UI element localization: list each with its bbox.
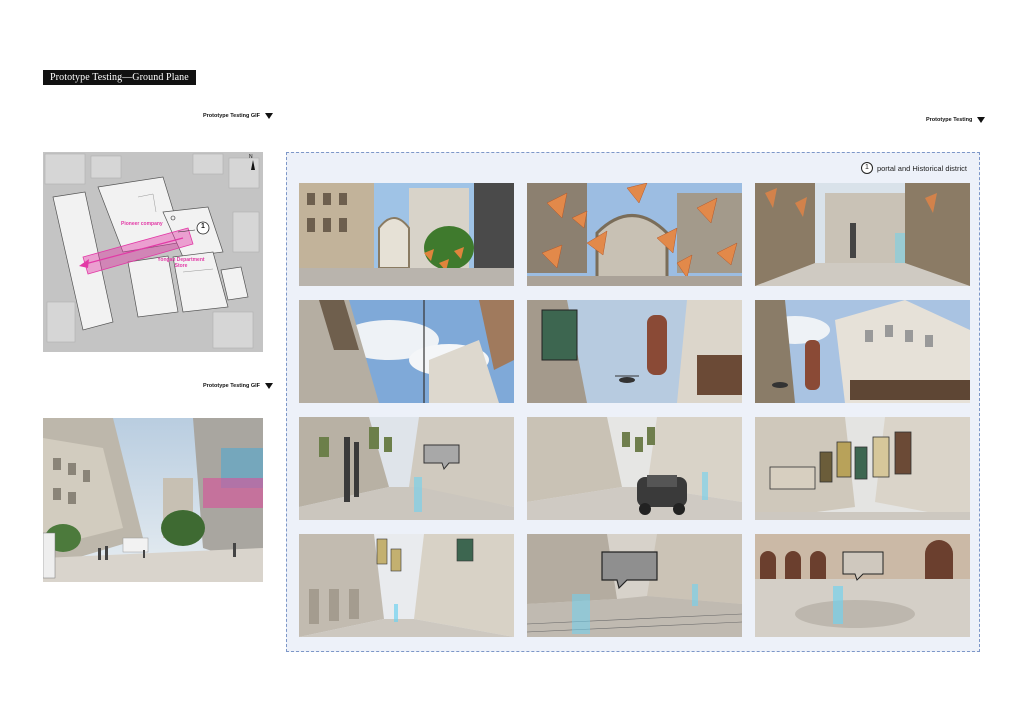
frame-signboards (755, 417, 970, 520)
gif-label-text: Prototype Testing (926, 117, 973, 123)
frame-sincere-building (755, 300, 970, 403)
prototype-frames-panel: 1 portal and Historical district (286, 152, 980, 652)
map-label-pioneer: Pioneer company (121, 221, 163, 227)
gif-label-frames: Prototype Testing (926, 117, 986, 123)
north-arrow-icon: N (249, 154, 253, 160)
legend-number: 1 (860, 162, 873, 174)
frame-gate-plaza (299, 183, 514, 286)
frame-arches-plaza (755, 534, 970, 637)
legend-text: portal and Historical district (876, 163, 967, 173)
map-marker-number: 1 (201, 223, 205, 230)
triangle-down-icon (977, 117, 986, 123)
frame-arcade-street (299, 534, 514, 637)
gif-label-text: Prototype Testing GIF (203, 113, 261, 119)
street-photo (43, 418, 263, 582)
map-label-store: Yongan Department Store (157, 257, 205, 269)
page-title: Prototype Testing—Ground Plane (43, 70, 196, 85)
triangle-down-icon (265, 383, 274, 389)
frame-signs-helicopter (527, 300, 742, 403)
gif-label-photo: Prototype Testing GIF (203, 383, 274, 389)
legend: 1 portal and Historical district (860, 162, 967, 174)
triangle-down-icon (265, 113, 274, 119)
site-map: 1 Pioneer company Yongan Department Stor… (43, 152, 263, 352)
frame-orange-petals-gate (527, 183, 742, 286)
frame-vintage-car (527, 417, 742, 520)
frame-street-avatar (299, 417, 514, 520)
gif-label-map: Prototype Testing GIF (203, 113, 274, 119)
gif-label-text: Prototype Testing GIF (203, 383, 261, 389)
frame-speech-bubble-street (527, 534, 742, 637)
frame-gate-doors (755, 183, 970, 286)
frame-look-up-sky (299, 300, 514, 403)
